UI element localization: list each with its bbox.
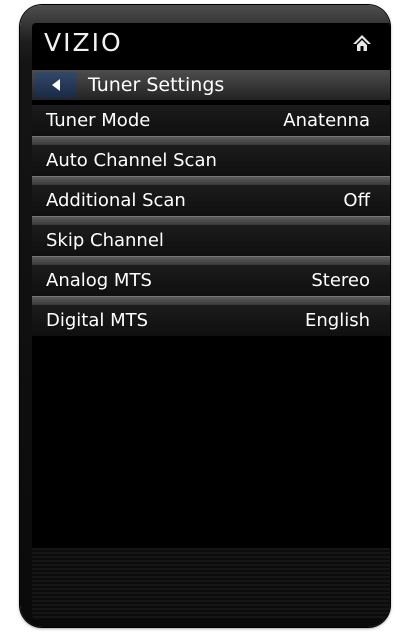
- home-icon[interactable]: [352, 33, 372, 53]
- page-title: Tuner Settings: [88, 74, 225, 96]
- settings-menu: Tuner Mode Anatenna Auto Channel Scan Ad…: [32, 105, 390, 336]
- screen: VIZIO Tuner Settings Tuner Mode Anatenna: [32, 23, 390, 619]
- menu-item-digital-mts[interactable]: Digital MTS English: [32, 305, 390, 336]
- menu-item-label: Additional Scan: [46, 190, 186, 211]
- divider: [32, 176, 390, 185]
- menu-item-analog-mts[interactable]: Analog MTS Stereo: [32, 265, 390, 296]
- header: VIZIO: [32, 23, 390, 63]
- menu-item-additional-scan[interactable]: Additional Scan Off: [32, 185, 390, 216]
- divider: [32, 136, 390, 145]
- menu-item-label: Digital MTS: [46, 310, 149, 331]
- back-button[interactable]: [35, 72, 77, 98]
- divider: [32, 216, 390, 225]
- menu-item-label: Tuner Mode: [46, 110, 151, 131]
- menu-item-label: Auto Channel Scan: [46, 150, 217, 171]
- divider: [32, 296, 390, 305]
- menu-item-label: Analog MTS: [46, 270, 152, 291]
- menu-item-value: Anatenna: [283, 110, 370, 131]
- back-arrow-icon: [52, 79, 60, 91]
- menu-item-tuner-mode[interactable]: Tuner Mode Anatenna: [32, 105, 390, 136]
- menu-item-value: Off: [343, 190, 370, 211]
- divider: [32, 256, 390, 265]
- remote-frame: VIZIO Tuner Settings Tuner Mode Anatenna: [20, 5, 390, 627]
- menu-item-label: Skip Channel: [46, 230, 164, 251]
- bottom-panel: [32, 548, 390, 619]
- title-bar: Tuner Settings: [32, 70, 390, 100]
- menu-item-value: Stereo: [311, 270, 370, 291]
- menu-item-auto-channel-scan[interactable]: Auto Channel Scan: [32, 145, 390, 176]
- menu-item-value: English: [305, 310, 370, 331]
- brand-logo: VIZIO: [44, 28, 123, 57]
- menu-item-skip-channel[interactable]: Skip Channel: [32, 225, 390, 256]
